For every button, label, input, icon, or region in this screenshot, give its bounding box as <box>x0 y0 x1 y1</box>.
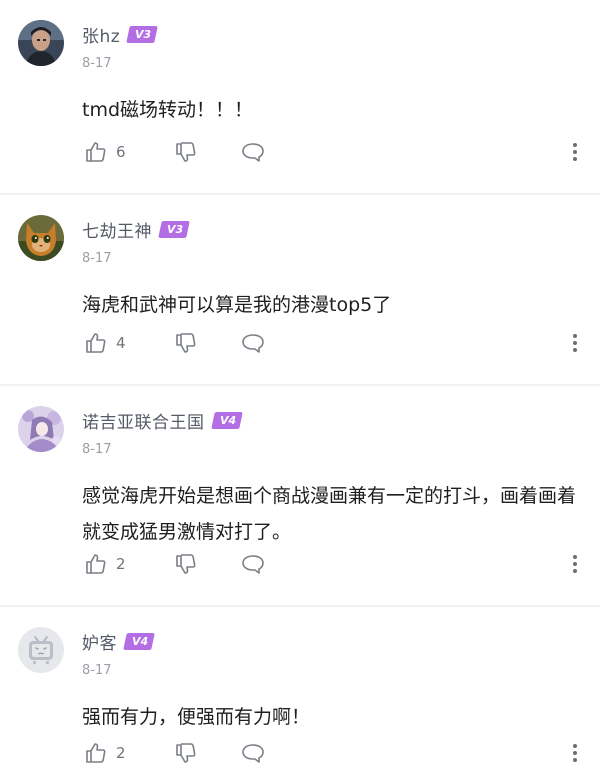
comment-date: 8-17 <box>82 663 112 678</box>
comment-text: 感觉海虎开始是想画个商战漫画兼有一定的打斗，画着画着就变成猛男激情对打了。 <box>82 485 577 543</box>
reply-bubble-icon <box>242 744 264 763</box>
reply-button[interactable] <box>240 739 266 767</box>
thumb-up-icon <box>86 743 106 763</box>
more-options-button[interactable] <box>571 138 579 166</box>
comment-actions: 2 <box>82 550 587 578</box>
comment-date: 8-17 <box>82 251 112 266</box>
thumb-up-icon <box>86 333 106 353</box>
comment-date: 8-17 <box>82 56 112 71</box>
comment-item: 妒客 V4 8-17 强而有力，便强而有力啊！ 2 <box>0 607 600 782</box>
avatar[interactable] <box>18 627 64 673</box>
avatar[interactable] <box>18 20 64 66</box>
like-button[interactable]: 6 <box>84 138 126 166</box>
like-button[interactable]: 4 <box>84 329 126 357</box>
username[interactable]: 妒客 <box>82 629 117 654</box>
dislike-button[interactable] <box>174 739 198 767</box>
user-info: 张hz V3 <box>82 20 159 48</box>
more-vertical-icon <box>573 143 577 161</box>
avatar[interactable] <box>18 406 64 452</box>
user-info: 妒客 V4 <box>82 627 155 655</box>
thumb-down-icon <box>176 142 196 162</box>
reply-button[interactable] <box>240 138 266 166</box>
more-vertical-icon <box>573 744 577 762</box>
reply-button[interactable] <box>240 329 266 357</box>
level-badge: V4 <box>210 411 243 429</box>
level-badge: V3 <box>126 25 159 43</box>
thumb-up-icon <box>86 554 106 574</box>
like-count: 6 <box>116 143 126 161</box>
thumb-up-icon <box>86 142 106 162</box>
comment-item: 张hz V3 8-17 tmd磁场转动！！！ 6 <box>0 0 600 193</box>
more-options-button[interactable] <box>571 550 579 578</box>
comment-text: 海虎和武神可以算是我的港漫top5了 <box>82 294 392 316</box>
comment-actions: 6 <box>82 138 587 166</box>
like-count: 2 <box>116 744 126 762</box>
username[interactable]: 诺吉亚联合王国 <box>82 408 205 433</box>
more-vertical-icon <box>573 334 577 352</box>
comment-text: tmd磁场转动！！！ <box>82 99 254 121</box>
level-badge: V4 <box>123 632 155 650</box>
thumb-down-icon <box>176 743 196 763</box>
thumb-down-icon <box>176 554 196 574</box>
comment-text: 强而有力，便强而有力啊！ <box>82 706 311 728</box>
level-badge: V3 <box>158 220 190 238</box>
reply-button[interactable] <box>240 550 266 578</box>
username[interactable]: 张hz <box>82 22 120 47</box>
dislike-button[interactable] <box>174 329 198 357</box>
more-options-button[interactable] <box>571 329 579 357</box>
username[interactable]: 七劫王神 <box>82 217 152 242</box>
comment-actions: 2 <box>82 739 587 767</box>
reply-bubble-icon <box>242 334 264 353</box>
reply-bubble-icon <box>242 143 264 162</box>
user-info: 诺吉亚联合王国 V4 <box>82 406 243 434</box>
like-button[interactable]: 2 <box>84 739 126 767</box>
more-vertical-icon <box>573 555 577 573</box>
more-options-button[interactable] <box>571 739 579 767</box>
comment-date: 8-17 <box>82 442 112 457</box>
comment-item: 七劫王神 V3 8-17 海虎和武神可以算是我的港漫top5了 4 <box>0 195 600 384</box>
comment-item: 诺吉亚联合王国 V4 8-17 感觉海虎开始是想画个商战漫画兼有一定的打斗，画着… <box>0 386 600 605</box>
like-count: 4 <box>116 334 126 352</box>
user-info: 七劫王神 V3 <box>82 215 190 243</box>
dislike-button[interactable] <box>174 550 198 578</box>
dislike-button[interactable] <box>174 138 198 166</box>
comment-actions: 4 <box>82 329 587 357</box>
avatar[interactable] <box>18 215 64 261</box>
thumb-down-icon <box>176 333 196 353</box>
like-count: 2 <box>116 555 126 573</box>
reply-bubble-icon <box>242 555 264 574</box>
like-button[interactable]: 2 <box>84 550 126 578</box>
comment-list: 张hz V3 8-17 tmd磁场转动！！！ 6 七劫王神 V3 8-17 海虎… <box>0 0 600 782</box>
